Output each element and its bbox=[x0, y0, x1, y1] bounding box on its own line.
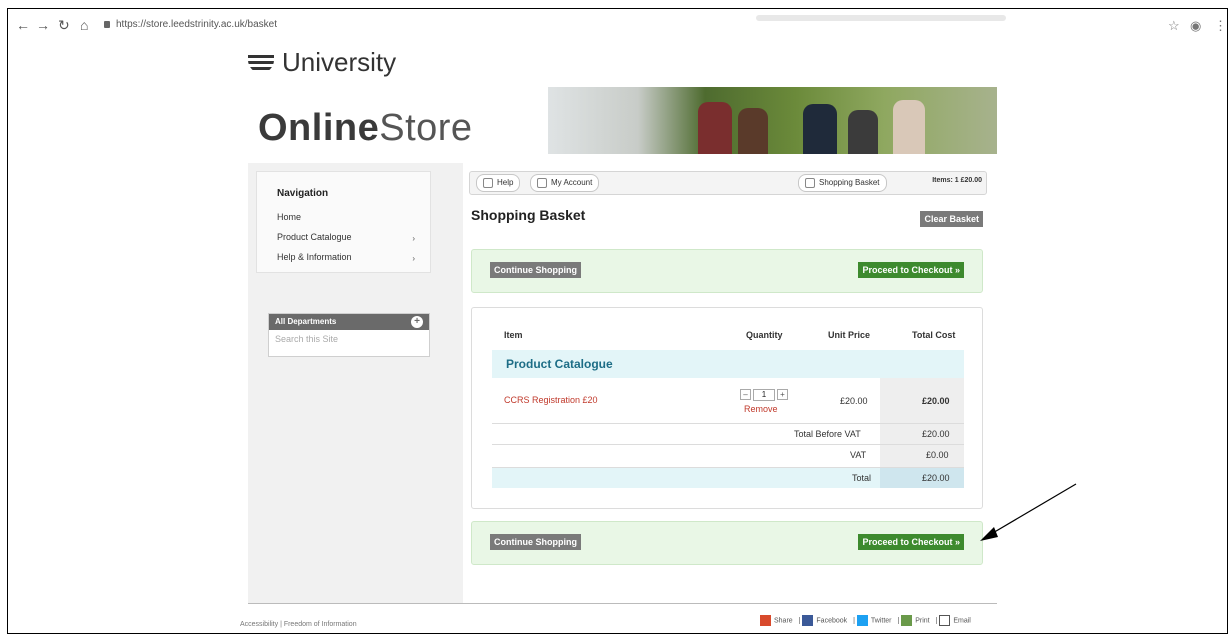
university-logo[interactable]: University bbox=[248, 47, 396, 78]
email-link[interactable]: Email bbox=[939, 615, 971, 626]
col-total-cost: Total Cost bbox=[912, 330, 956, 340]
arrow-left-icon[interactable]: ← bbox=[16, 17, 30, 33]
proceed-checkout-button[interactable]: Proceed to Checkout » bbox=[858, 262, 964, 278]
browser-window: ← → ↻ ⌂ https://store.leedstrinity.ac.uk… bbox=[7, 8, 1228, 634]
sidebar-item-product-catalogue[interactable]: Product Catalogue › bbox=[277, 232, 427, 243]
cart-icon bbox=[805, 177, 815, 188]
vat-value: £0.00 bbox=[926, 450, 949, 460]
store-header: OnlineStore bbox=[248, 87, 997, 160]
checkout-box-bottom: Continue Shopping Proceed to Checkout » bbox=[471, 521, 983, 565]
my-account-button[interactable]: My Account bbox=[530, 174, 600, 192]
tab-strip bbox=[756, 15, 1006, 21]
share-link[interactable]: Share bbox=[760, 615, 793, 626]
col-item: Item bbox=[504, 330, 523, 340]
continue-shopping-button[interactable]: Continue Shopping bbox=[490, 262, 581, 278]
departments-search: All Departments + Search this Site bbox=[268, 313, 430, 357]
menu-icon[interactable]: ⋮ bbox=[1214, 18, 1227, 34]
banner-image bbox=[548, 87, 997, 154]
chevron-right-icon: › bbox=[412, 254, 415, 263]
continue-shopping-button[interactable]: Continue Shopping bbox=[490, 534, 581, 550]
print-link[interactable]: Print bbox=[901, 615, 930, 626]
plus-icon[interactable]: + bbox=[777, 389, 788, 401]
profile-icon[interactable]: ◉ bbox=[1190, 18, 1201, 34]
checkout-box-top: Continue Shopping Proceed to Checkout » bbox=[471, 249, 983, 293]
basket-items-count: Items: 1 £20.00 bbox=[932, 177, 982, 184]
sidebar-heading: Navigation bbox=[277, 188, 329, 199]
col-quantity: Quantity bbox=[746, 330, 783, 340]
shopping-basket-button[interactable]: Shopping Basket bbox=[798, 174, 887, 192]
utility-bar: Help My Account Shopping Basket Items: 1… bbox=[469, 171, 987, 195]
lock-icon bbox=[537, 177, 547, 188]
total-label: Total bbox=[852, 473, 872, 483]
main-panel: Help My Account Shopping Basket Items: 1… bbox=[463, 163, 997, 603]
footer-links[interactable]: Accessibility | Freedom of Information bbox=[240, 621, 357, 628]
reload-icon[interactable]: ↻ bbox=[58, 17, 70, 33]
help-button[interactable]: Help bbox=[476, 174, 521, 192]
sidebar-item-home[interactable]: Home bbox=[277, 212, 427, 222]
minus-icon[interactable]: – bbox=[740, 389, 751, 401]
sidebar-item-help[interactable]: Help & Information › bbox=[277, 252, 427, 263]
line-total: £20.00 bbox=[922, 396, 950, 406]
page-title: Shopping Basket bbox=[471, 207, 586, 223]
vat-label: VAT bbox=[850, 450, 867, 460]
print-icon bbox=[901, 615, 913, 626]
twitter-link[interactable]: Twitter bbox=[856, 615, 892, 626]
product-link[interactable]: CCRS Registration £20 bbox=[504, 395, 598, 405]
page: University OnlineStore Navigation Home P… bbox=[8, 43, 1227, 633]
before-vat-value: £20.00 bbox=[922, 429, 950, 439]
share-icon bbox=[760, 615, 771, 626]
total-value: £20.00 bbox=[922, 473, 950, 483]
content-area: Navigation Home Product Catalogue › Help … bbox=[248, 163, 997, 603]
shield-icon bbox=[248, 55, 274, 74]
home-icon[interactable]: ⌂ bbox=[80, 17, 88, 33]
twitter-icon bbox=[856, 615, 868, 626]
facebook-icon bbox=[802, 615, 814, 626]
arrow-right-icon[interactable]: → bbox=[36, 17, 50, 33]
plus-icon[interactable]: + bbox=[411, 316, 423, 328]
col-unit-price: Unit Price bbox=[828, 330, 871, 340]
remove-link[interactable]: Remove bbox=[744, 404, 778, 414]
help-icon bbox=[483, 177, 493, 188]
star-icon[interactable]: ☆ bbox=[1168, 18, 1180, 34]
unit-price: £20.00 bbox=[840, 396, 868, 406]
category-row: Product Catalogue bbox=[492, 350, 964, 378]
proceed-checkout-button[interactable]: Proceed to Checkout » bbox=[858, 534, 964, 550]
departments-dropdown[interactable]: All Departments + bbox=[269, 314, 429, 330]
lock-icon bbox=[104, 20, 110, 28]
clear-basket-button[interactable]: Clear Basket bbox=[920, 211, 983, 227]
search-input[interactable]: Search this Site bbox=[269, 330, 429, 348]
email-icon bbox=[939, 615, 951, 626]
before-vat-label: Total Before VAT bbox=[794, 429, 861, 439]
basket-table: Item Quantity Unit Price Total Cost Prod… bbox=[471, 307, 983, 509]
quantity-stepper[interactable]: –1 + bbox=[740, 386, 788, 404]
quantity-input[interactable]: 1 bbox=[753, 388, 775, 401]
browser-toolbar: ← → ↻ ⌂ https://store.leedstrinity.ac.uk… bbox=[8, 9, 1227, 44]
store-title[interactable]: OnlineStore bbox=[258, 107, 473, 150]
social-links: Share | Facebook | Twitter | Print | Ema… bbox=[760, 615, 975, 626]
address-bar[interactable]: https://store.leedstrinity.ac.uk/basket bbox=[104, 14, 754, 36]
url-text: https://store.leedstrinity.ac.uk/basket bbox=[116, 19, 278, 30]
footer-divider bbox=[248, 603, 997, 604]
chevron-right-icon: › bbox=[412, 234, 415, 243]
facebook-link[interactable]: Facebook bbox=[802, 615, 847, 626]
sidebar-navigation: Navigation Home Product Catalogue › Help … bbox=[256, 171, 431, 273]
